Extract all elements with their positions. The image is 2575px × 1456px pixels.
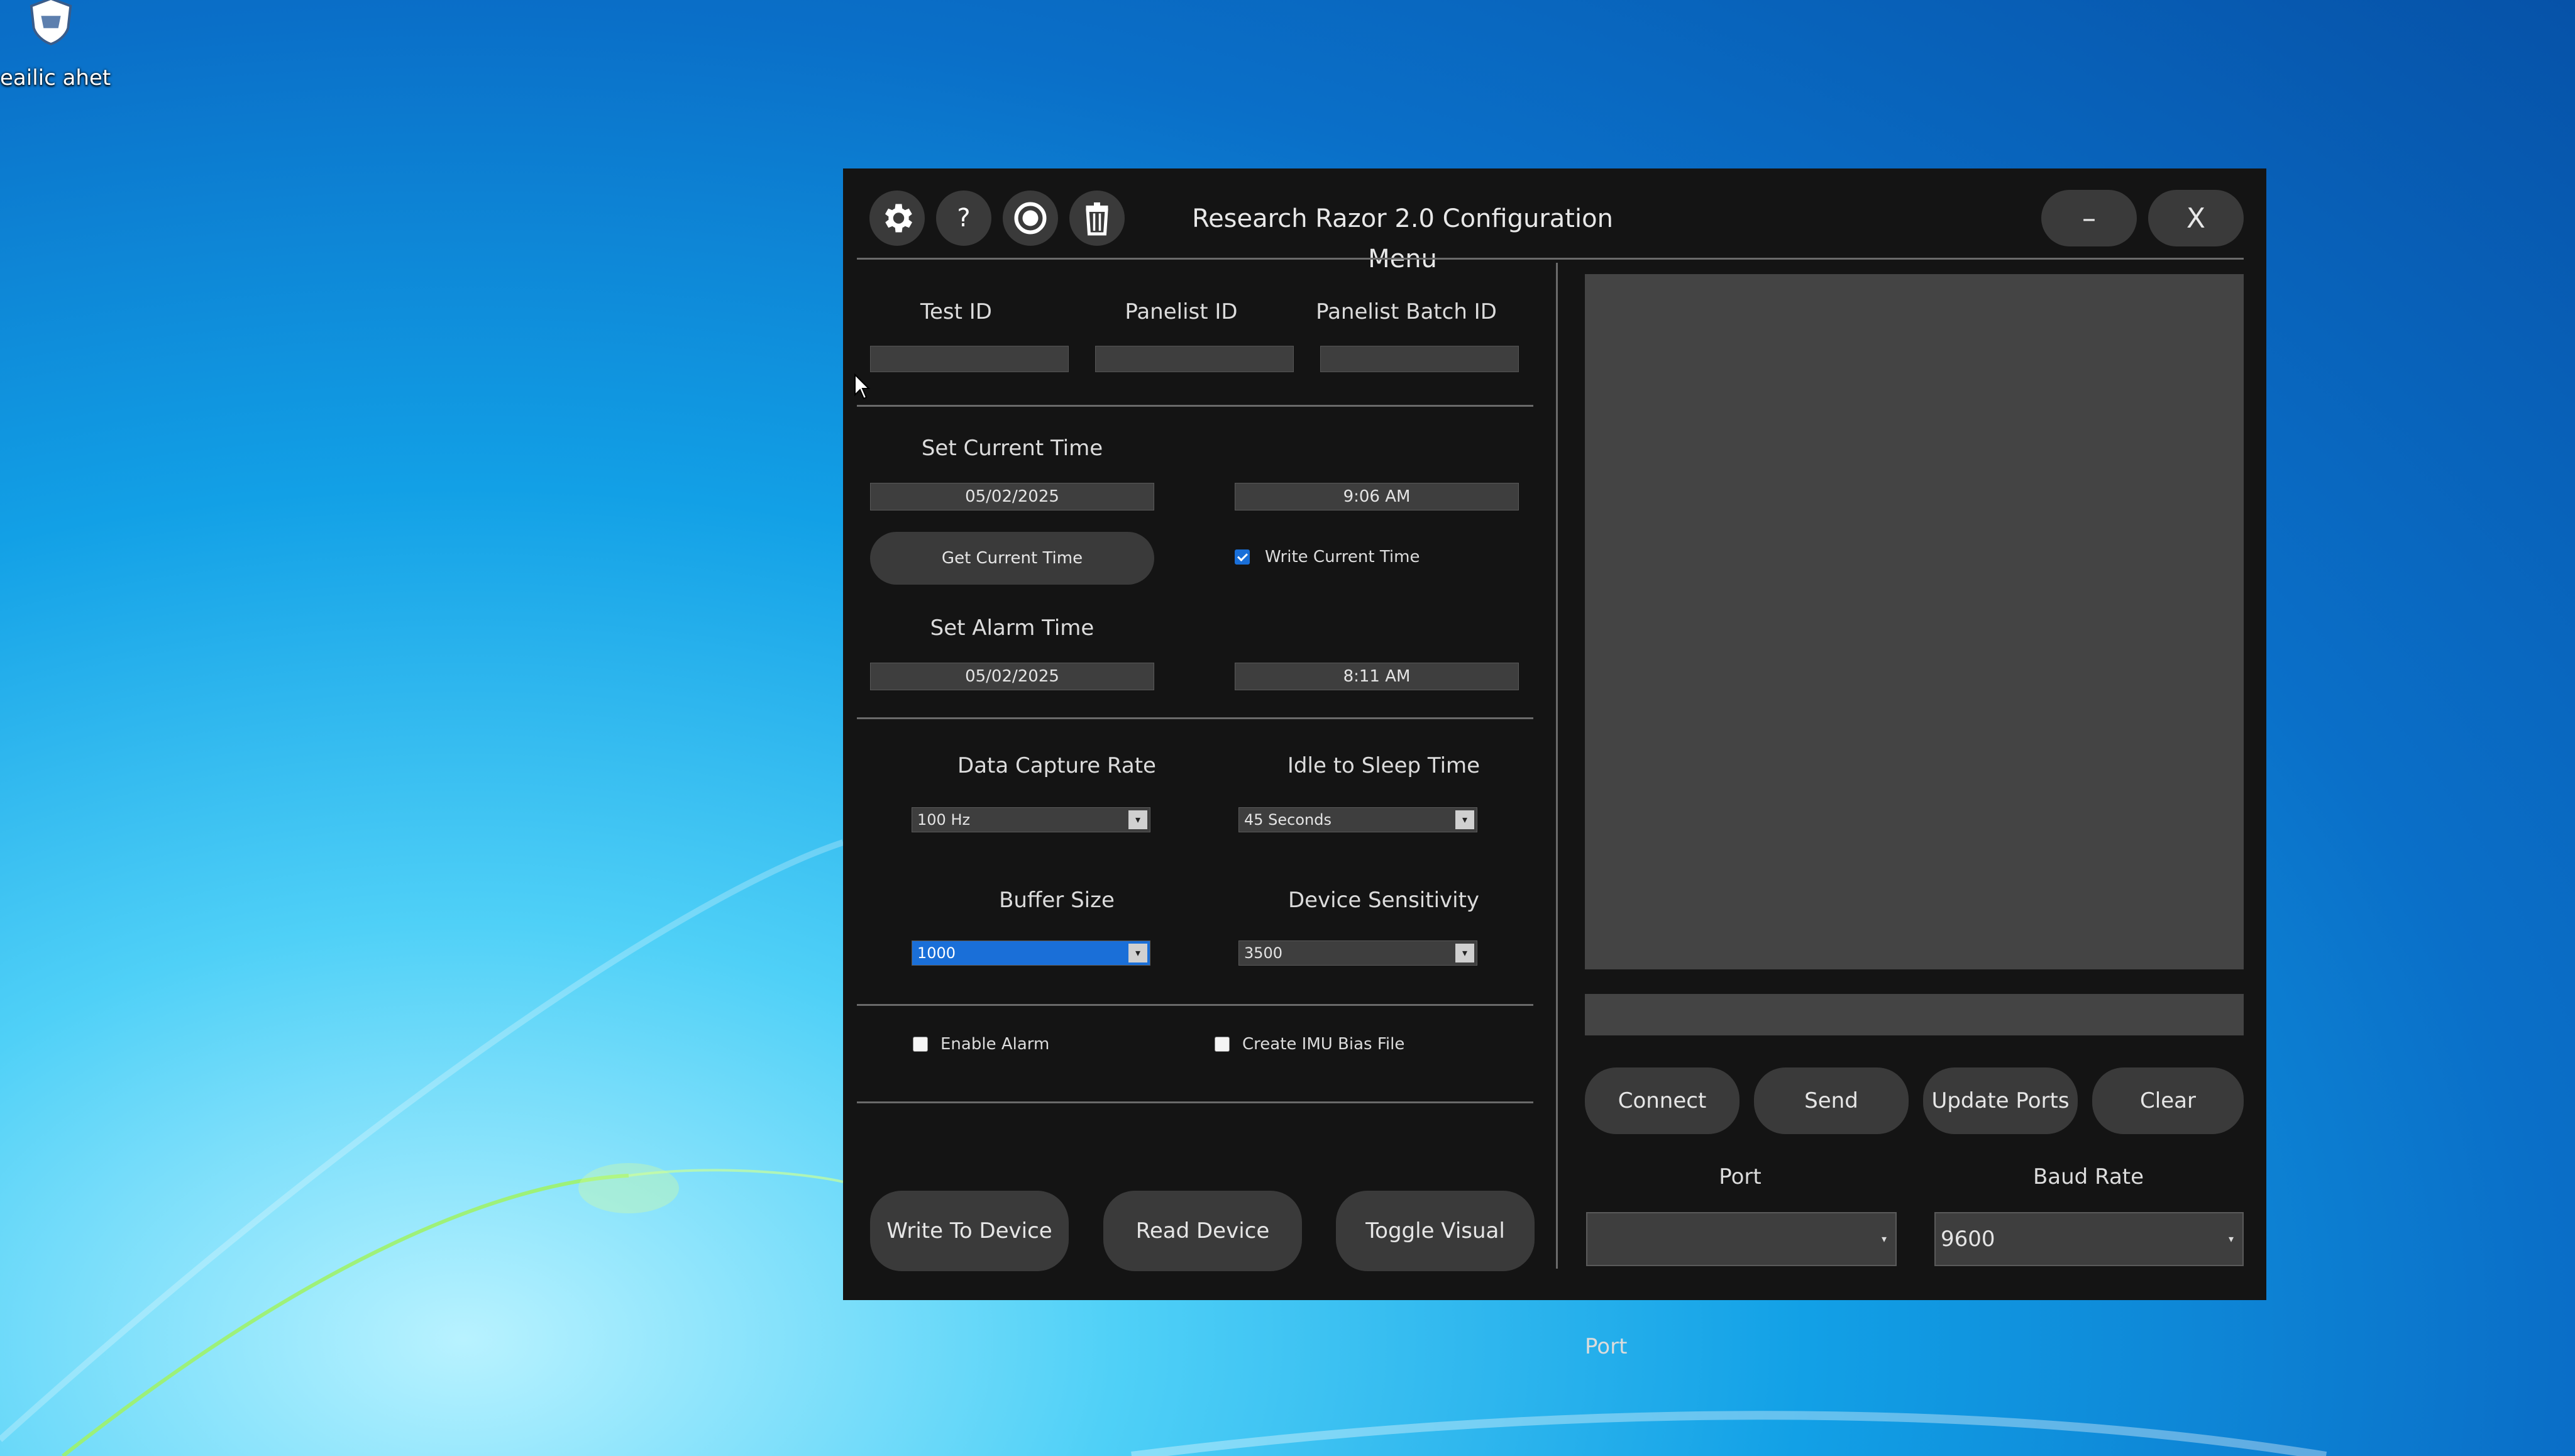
port-label: Port: [1585, 1334, 1628, 1359]
clear-button[interactable]: Clear: [2092, 1067, 2244, 1134]
enable-alarm-label: Enable Alarm: [940, 1035, 1050, 1054]
close-button[interactable]: X: [2148, 190, 2244, 246]
port-label: Port: [1719, 1164, 1762, 1189]
desktop-shortcut-label: eailic ahet: [0, 65, 111, 91]
current-time-field[interactable]: 9:06 AM: [1235, 483, 1519, 510]
panel-divider: [1556, 263, 1558, 1269]
alarm-time-field[interactable]: 8:11 AM: [1235, 663, 1519, 690]
buffer-size-label: Buffer Size: [999, 888, 1115, 913]
device-sensitivity-select[interactable]: 3500 ▾: [1238, 940, 1477, 966]
write-current-time-checkbox[interactable]: [1235, 549, 1250, 565]
help-button[interactable]: ?: [936, 190, 991, 246]
minimize-button[interactable]: –: [2041, 190, 2137, 246]
section-divider: [857, 405, 1533, 407]
alarm-date-field[interactable]: 05/02/2025: [870, 663, 1154, 690]
send-button[interactable]: Send: [1754, 1067, 1909, 1134]
set-alarm-time-heading: Set Alarm Time: [930, 615, 1095, 641]
shield-icon: [30, 0, 72, 45]
power-icon: [1014, 202, 1047, 234]
device-sensitivity-label: Device Sensitivity: [1288, 888, 1480, 913]
chevron-down-icon: ▾: [1455, 944, 1474, 962]
write-to-device-button[interactable]: Write To Device: [870, 1191, 1069, 1271]
create-imu-bias-checkbox[interactable]: [1215, 1037, 1230, 1052]
panelist-batch-id-field[interactable]: [1320, 346, 1519, 372]
trash-icon: [1086, 202, 1108, 236]
serial-command-input[interactable]: [1585, 994, 2244, 1035]
buffer-size-value: 1000: [917, 944, 956, 962]
data-capture-rate-select[interactable]: 100 Hz ▾: [912, 807, 1150, 832]
baud-rate-label: Baud Rate: [2032, 1164, 2144, 1189]
idle-to-sleep-label: Idle to Sleep Time: [1287, 753, 1480, 778]
mouse-pointer-icon: [854, 373, 871, 400]
baud-rate-select[interactable]: 9600 ▾: [1934, 1212, 2244, 1266]
section-divider: [857, 1004, 1533, 1006]
test-id-label: Test ID: [920, 299, 992, 324]
help-icon: ?: [957, 204, 971, 233]
baud-rate-value: 9600: [1941, 1227, 1995, 1252]
gear-icon: [885, 204, 912, 233]
update-ports-button[interactable]: Update Ports: [1923, 1067, 2078, 1134]
device-sensitivity-value: 3500: [1244, 944, 1283, 962]
get-current-time-button[interactable]: Get Current Time: [870, 532, 1154, 585]
delete-button[interactable]: [1069, 190, 1125, 246]
buffer-size-select[interactable]: 1000 ▾: [912, 940, 1150, 966]
test-id-field[interactable]: [870, 346, 1069, 372]
chevron-down-icon: ▾: [1128, 810, 1147, 829]
power-button[interactable]: [1003, 190, 1058, 246]
read-device-button[interactable]: Read Device: [1103, 1191, 1302, 1271]
port-select[interactable]: ▾: [1586, 1212, 1897, 1266]
data-capture-rate-label: Data Capture Rate: [957, 753, 1156, 778]
panelist-id-label: Panelist ID: [1125, 299, 1238, 324]
connect-button[interactable]: Connect: [1585, 1067, 1740, 1134]
config-window: ? Research Razor 2.0 Configuration Menu …: [843, 168, 2266, 1359]
data-capture-rate-value: 100 Hz: [917, 811, 971, 829]
panelist-id-field[interactable]: [1095, 346, 1294, 372]
idle-to-sleep-value: 45 Seconds: [1244, 811, 1332, 829]
titlebar-divider: [857, 258, 2244, 260]
toggle-visual-button[interactable]: Toggle Visual: [1336, 1191, 1535, 1271]
chevron-down-icon: ▾: [2228, 1233, 2234, 1245]
settings-button[interactable]: [869, 190, 925, 246]
set-current-time-heading: Set Current Time: [921, 436, 1103, 461]
current-date-field[interactable]: 05/02/2025: [870, 483, 1154, 510]
chevron-down-icon: ▾: [1128, 944, 1147, 962]
panelist-batch-id-label: Panelist Batch ID: [1316, 299, 1497, 324]
chevron-down-icon: ▾: [1881, 1233, 1887, 1245]
chevron-down-icon: ▾: [1455, 810, 1474, 829]
desktop-shortcut[interactable]: eailic ahet: [0, 0, 119, 107]
enable-alarm-checkbox[interactable]: [913, 1037, 928, 1052]
window-title: Research Razor 2.0 Configuration Menu: [1192, 204, 1613, 273]
section-divider: [857, 1101, 1533, 1103]
idle-to-sleep-select[interactable]: 45 Seconds ▾: [1238, 807, 1477, 832]
section-divider: [857, 717, 1533, 719]
create-imu-bias-label: Create IMU Bias File: [1242, 1035, 1405, 1054]
write-current-time-label: Write Current Time: [1265, 548, 1420, 566]
serial-output-display: [1585, 274, 2244, 969]
